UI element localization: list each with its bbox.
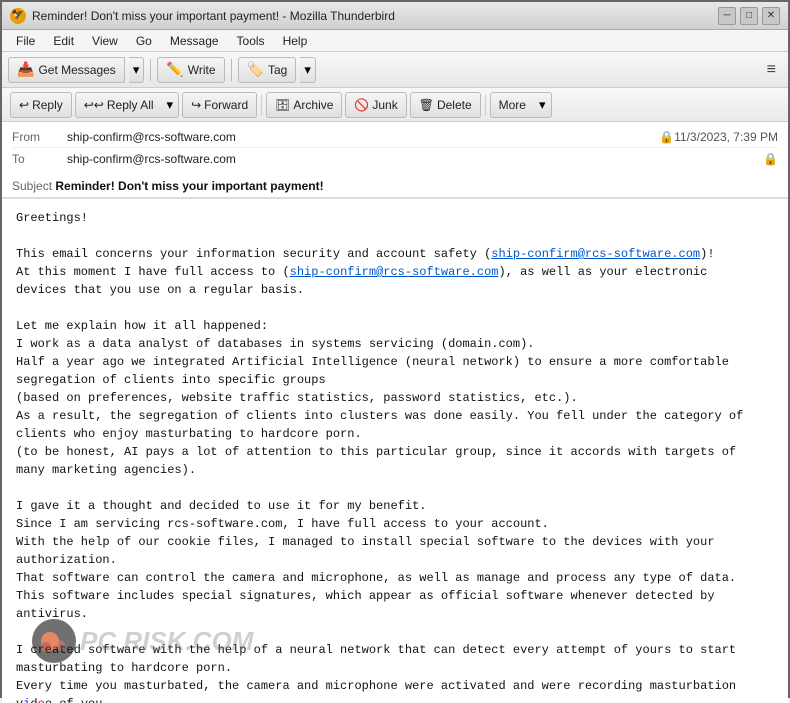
junk-label: Junk	[372, 98, 397, 112]
forward-label: Forward	[204, 98, 248, 112]
app-icon: 🦅	[10, 8, 26, 24]
subject-row: Subject Reminder! Don't miss your import…	[2, 174, 788, 198]
reply-label: Reply	[32, 98, 63, 112]
get-messages-icon: 📥	[17, 61, 34, 78]
greeting: Greetings!	[16, 209, 774, 227]
title-bar-left: 🦅 Reminder! Don't miss your important pa…	[10, 8, 395, 24]
menu-edit[interactable]: Edit	[45, 32, 82, 50]
junk-icon: 🚫	[354, 98, 369, 112]
maximize-button[interactable]: □	[740, 7, 758, 25]
menu-go[interactable]: Go	[128, 32, 160, 50]
tag-icon: 🏷️	[247, 61, 264, 78]
from-row: From ship-confirm@rcs-software.com 🔒 11/…	[12, 126, 778, 148]
email-body-container: Greetings! This email concerns your info…	[2, 199, 788, 703]
delete-label: Delete	[437, 98, 472, 112]
toolbar-separator-1	[150, 59, 151, 81]
email-link-2[interactable]: ship-confirm@rcs-software.com	[290, 265, 499, 279]
menu-tools[interactable]: Tools	[229, 32, 273, 50]
archive-button[interactable]: 🗄 Archive	[266, 92, 342, 118]
more-dropdown[interactable]: ▾	[534, 92, 552, 118]
menu-bar: File Edit View Go Message Tools Help	[2, 30, 788, 52]
action-separator-1	[261, 95, 262, 115]
body-para-1: This email concerns your information sec…	[16, 245, 774, 299]
email-link-1[interactable]: ship-confirm@rcs-software.com	[491, 247, 700, 261]
archive-label: Archive	[293, 98, 333, 112]
menu-view[interactable]: View	[84, 32, 126, 50]
reply-button[interactable]: ↩ Reply	[10, 92, 72, 118]
reply-all-dropdown[interactable]: ▾	[162, 92, 180, 118]
delete-icon: 🗑	[419, 98, 434, 112]
body-para-3: I gave it a thought and decided to use i…	[16, 497, 774, 623]
reply-all-group: ↩↩ Reply All ▾	[75, 92, 179, 118]
reply-icon: ↩	[19, 98, 29, 112]
minimize-button[interactable]: ─	[718, 7, 736, 25]
more-label: More	[499, 98, 526, 112]
menu-file[interactable]: File	[8, 32, 43, 50]
window-controls[interactable]: ─ □ ✕	[718, 7, 780, 25]
more-group: More ▾	[490, 92, 552, 118]
write-label: Write	[188, 63, 216, 77]
junk-button[interactable]: 🚫 Junk	[345, 92, 406, 118]
toolbar-separator-2	[231, 59, 232, 81]
archive-icon: 🗄	[275, 98, 290, 112]
email-action-bar: ↩ Reply ↩↩ Reply All ▾ ↪ Forward 🗄 Archi…	[2, 88, 788, 122]
reply-all-icon: ↩↩	[84, 98, 104, 112]
body-para-2: Let me explain how it all happened: I wo…	[16, 317, 774, 479]
tag-button[interactable]: 🏷️ Tag	[238, 57, 297, 83]
subject-label: Subject	[12, 179, 55, 193]
window-title: Reminder! Don't miss your important paym…	[32, 9, 395, 23]
email-body[interactable]: Greetings! This email concerns your info…	[2, 199, 788, 703]
to-label: To	[12, 152, 67, 166]
close-button[interactable]: ✕	[762, 7, 780, 25]
more-button[interactable]: More	[490, 92, 534, 118]
tag-dropdown[interactable]: ▾	[300, 57, 316, 83]
forward-button[interactable]: ↪ Forward	[182, 92, 257, 118]
main-toolbar: 📥 Get Messages ▾ ✏️ Write 🏷️ Tag ▾ ≡	[2, 52, 788, 88]
from-lock-icon: 🔒	[659, 130, 674, 144]
email-fields: From ship-confirm@rcs-software.com 🔒 11/…	[2, 122, 788, 174]
get-messages-dropdown[interactable]: ▾	[129, 57, 145, 83]
menu-message[interactable]: Message	[162, 32, 227, 50]
subject-value: Reminder! Don't miss your important paym…	[55, 179, 323, 193]
write-icon: ✏️	[166, 61, 183, 78]
to-address: ship-confirm@rcs-software.com	[67, 152, 759, 166]
reply-all-label: Reply All	[107, 98, 154, 112]
toolbar-menu-button[interactable]: ≡	[761, 59, 782, 81]
email-date: 11/3/2023, 7:39 PM	[674, 130, 778, 144]
write-button[interactable]: ✏️ Write	[157, 57, 224, 83]
tag-label: Tag	[268, 63, 287, 77]
body-para-4: I created software with the help of a ne…	[16, 641, 774, 703]
from-label: From	[12, 130, 67, 144]
reply-all-button[interactable]: ↩↩ Reply All	[75, 92, 162, 118]
menu-help[interactable]: Help	[275, 32, 316, 50]
title-bar: 🦅 Reminder! Don't miss your important pa…	[2, 2, 788, 30]
email-header: From ship-confirm@rcs-software.com 🔒 11/…	[2, 122, 788, 199]
get-messages-button[interactable]: 📥 Get Messages	[8, 57, 125, 83]
delete-button[interactable]: 🗑 Delete	[410, 92, 481, 118]
forward-icon: ↪	[191, 98, 201, 112]
to-row: To ship-confirm@rcs-software.com 🔒	[12, 148, 778, 170]
get-messages-label: Get Messages	[38, 63, 115, 77]
from-address: ship-confirm@rcs-software.com	[67, 130, 655, 144]
action-separator-2	[485, 95, 486, 115]
to-lock-icon: 🔒	[763, 152, 778, 166]
